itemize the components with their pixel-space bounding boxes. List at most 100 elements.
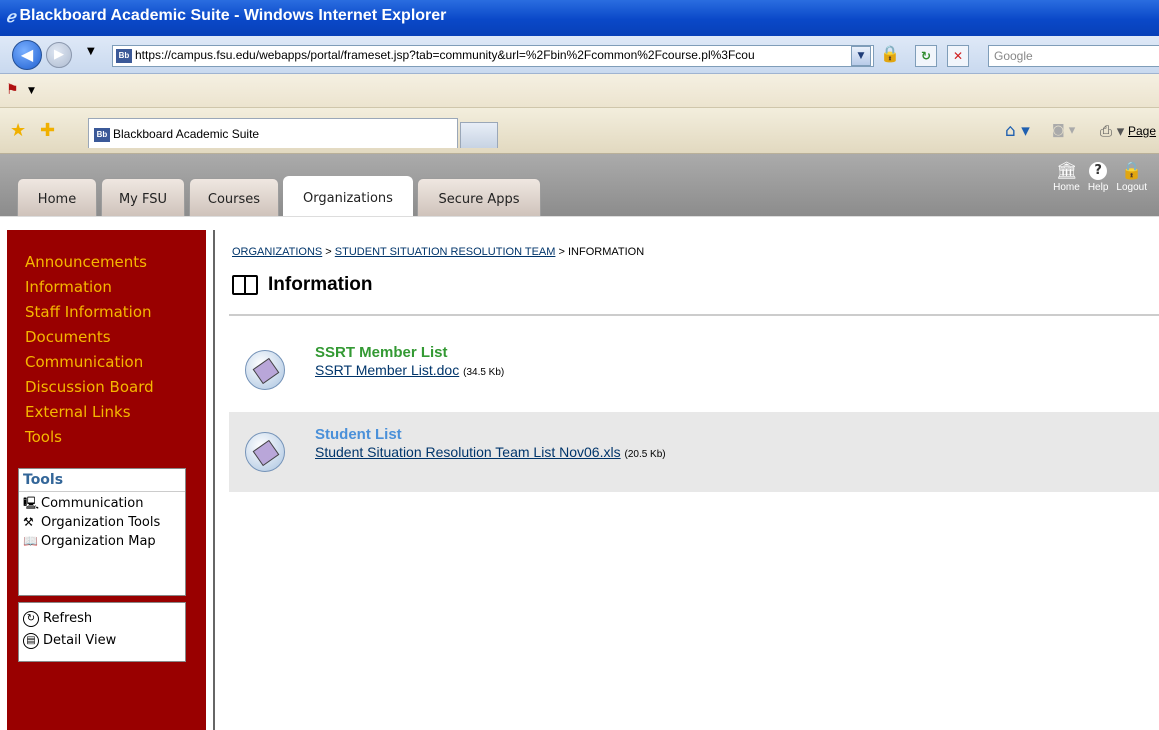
detail-view-link[interactable]: ▤ Detail View (19, 630, 185, 652)
home-link-label: Home (1053, 182, 1080, 193)
tools-item-label: Organization Tools (41, 515, 161, 530)
document-icon (245, 350, 285, 390)
home-link[interactable]: 🏛 Home (1053, 161, 1080, 194)
browser-home-icon[interactable]: ⌂ ▾ (1005, 121, 1030, 141)
main-content: Organizations > Student Situation Resolu… (213, 230, 1159, 730)
top-links: 🏛 Home ? Help 🔒 Logout (1053, 161, 1147, 194)
logout-link-label: Logout (1116, 182, 1147, 193)
tab-home[interactable]: Home (17, 178, 97, 216)
menu-item-discussion-board[interactable]: Discussion Board (25, 375, 154, 400)
command-bar: ⚑ ▼ (0, 74, 1159, 108)
menu-item-tools[interactable]: Tools (25, 425, 154, 450)
content-item-student-list: Student List Student Situation Resolutio… (229, 412, 1159, 492)
browser-tab-title: Blackboard Academic Suite (113, 127, 260, 141)
new-tab-button[interactable] (460, 122, 498, 148)
add-favorite-icon[interactable]: ✚ (40, 120, 55, 141)
detail-view-icon: ▤ (23, 633, 39, 649)
breadcrumb-separator: > (555, 246, 568, 258)
favorites-bar: ★ ✚ Bb Blackboard Academic Suite ⌂ ▾ ◙ ▾… (0, 108, 1159, 154)
tools-icon: ⚒ (23, 515, 34, 529)
tools-item-organization-map[interactable]: 📖 Organization Map (19, 534, 185, 549)
tab-label: Home (37, 192, 77, 207)
portal-header: Home My FSU Courses Organizations Secure… (0, 154, 1159, 216)
tab-secure-apps[interactable]: Secure Apps (417, 178, 541, 216)
toolbar-addon-icon[interactable]: ⚑ (6, 82, 19, 98)
document-icon (245, 432, 285, 472)
help-link-label: Help (1087, 182, 1109, 193)
attachment-link[interactable]: Student Situation Resolution Team List N… (315, 444, 621, 460)
help-link[interactable]: ? Help (1087, 162, 1109, 193)
blackboard-favicon-icon: Bb (94, 128, 110, 142)
tools-box-header: Tools (19, 469, 185, 492)
map-icon: 📖 (23, 534, 38, 548)
refresh-label: Refresh (43, 611, 93, 626)
back-button[interactable]: ◀ (12, 40, 42, 70)
print-icon[interactable]: ⎙ ▾ (1100, 122, 1124, 140)
feeds-icon[interactable]: ◙ ▾ (1052, 123, 1075, 138)
tab-label: My FSU (118, 192, 168, 207)
attachment-size: (20.5 Kb) (624, 449, 666, 460)
content-item-ssrt-member-list: SSRT Member List SSRT Member List.doc (3… (229, 330, 1159, 410)
breadcrumb-separator: > (322, 246, 335, 258)
tools-box: Tools 🖳 Communication ⚒ Organization Tools… (18, 468, 186, 596)
url-text: https://campus.fsu.edu/webapps/portal/fr… (135, 48, 755, 62)
refresh-link[interactable]: ↻ Refresh (19, 608, 185, 630)
attachment-size: (34.5 Kb) (463, 367, 505, 378)
address-bar: ◀ ▶ ▼ Bb https://campus.fsu.edu/webapps/… (0, 36, 1159, 74)
menu-item-information[interactable]: Information (25, 275, 154, 300)
menu-item-announcements[interactable]: Announcements (25, 250, 154, 275)
building-icon: 🏛 (1055, 161, 1078, 180)
history-dropdown-icon[interactable]: ▼ (87, 46, 95, 57)
course-menu: Announcements Information Staff Informat… (25, 250, 154, 450)
menu-item-staff-information[interactable]: Staff Information (25, 300, 154, 325)
menu-item-external-links[interactable]: External Links (25, 400, 154, 425)
toolbar-addon-dropdown-icon[interactable]: ▼ (28, 86, 35, 96)
favorites-star-icon[interactable]: ★ (10, 120, 26, 141)
ie-logo-icon: ℯ (6, 9, 16, 26)
logout-link[interactable]: 🔒 Logout (1116, 161, 1147, 194)
padlock-icon: 🔒 (1121, 161, 1143, 180)
url-input[interactable]: Bb https://campus.fsu.edu/webapps/portal… (112, 45, 874, 67)
tab-courses[interactable]: Courses (189, 178, 279, 216)
window-title-bar: ℯ Blackboard Academic Suite - Windows In… (0, 0, 1159, 36)
menu-item-communication[interactable]: Communication (25, 350, 154, 375)
book-icon (232, 275, 258, 295)
refresh-page-button[interactable]: ↻ (915, 45, 937, 67)
url-dropdown-icon[interactable]: ▼ (851, 46, 871, 66)
content-item-attachment: Student Situation Resolution Team List N… (315, 444, 666, 460)
view-options-box: ↻ Refresh ▤ Detail View (18, 602, 186, 662)
tab-organizations[interactable]: Organizations (283, 176, 413, 216)
breadcrumb: Organizations > Student Situation Resolu… (232, 246, 644, 258)
breadcrumb-organizations-link[interactable]: Organizations (232, 246, 322, 258)
content-item-title: SSRT Member List (315, 344, 448, 361)
stop-button[interactable]: ✕ (947, 45, 969, 67)
content-item-title: Student List (315, 426, 402, 443)
page-title-text: Information (268, 274, 373, 295)
tab-label: Courses (207, 192, 261, 207)
tab-label: Secure Apps (438, 192, 520, 207)
breadcrumb-team-link[interactable]: Student Situation Resolution Team (335, 246, 556, 258)
detail-view-label: Detail View (43, 633, 117, 648)
content-item-attachment: SSRT Member List.doc (34.5 Kb) (315, 362, 504, 378)
attachment-link[interactable]: SSRT Member List.doc (315, 362, 459, 378)
forward-button[interactable]: ▶ (46, 42, 72, 68)
menu-item-documents[interactable]: Documents (25, 325, 154, 350)
lock-icon[interactable]: 🔒 (880, 44, 900, 63)
tools-item-label: Organization Map (41, 534, 156, 549)
course-menu-panel: Announcements Information Staff Informat… (7, 230, 206, 730)
breadcrumb-current: Information (567, 246, 645, 258)
help-icon: ? (1089, 162, 1108, 180)
tools-item-communication[interactable]: 🖳 Communication (19, 496, 185, 511)
search-input[interactable]: Google (988, 45, 1159, 67)
browser-tab-active[interactable]: Bb Blackboard Academic Suite (88, 118, 458, 148)
computer-icon: 🖳 (23, 496, 40, 510)
refresh-icon: ↻ (23, 611, 39, 627)
title-divider (229, 314, 1159, 316)
blackboard-favicon-icon: Bb (116, 49, 132, 63)
tab-label: Organizations (303, 191, 393, 206)
tools-item-organization-tools[interactable]: ⚒ Organization Tools (19, 515, 185, 530)
page-menu-button[interactable]: Page (1128, 124, 1156, 138)
tab-my-fsu[interactable]: My FSU (101, 178, 185, 216)
page-title: Information (232, 274, 373, 296)
tools-item-label: Communication (41, 496, 144, 511)
